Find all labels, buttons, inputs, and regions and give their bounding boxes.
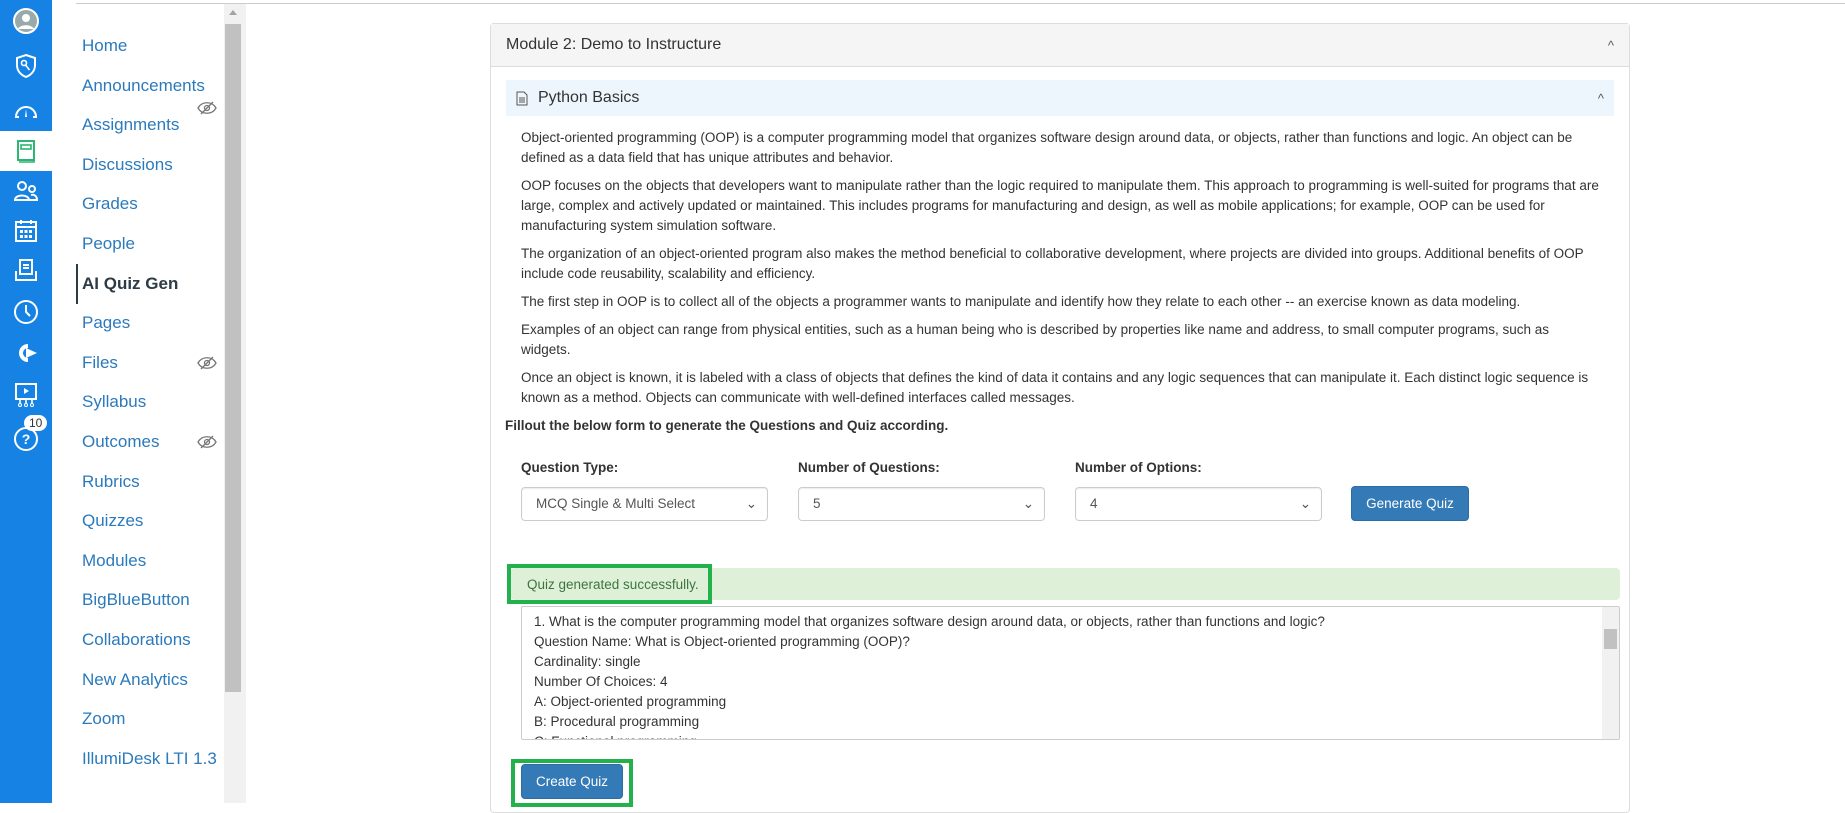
global-nav-avatar[interactable] bbox=[0, 1, 52, 41]
course-nav-home[interactable]: Home bbox=[82, 36, 222, 56]
module-panel: Module 2: Demo to Instructure ^ Python B… bbox=[490, 23, 1630, 813]
header-divider bbox=[76, 3, 1845, 4]
course-nav-new-analytics[interactable]: New Analytics bbox=[82, 670, 222, 690]
studio-icon bbox=[15, 383, 37, 407]
chevron-down-icon: ⌄ bbox=[1299, 496, 1311, 511]
content-paragraph: Object-oriented programming (OOP) is a c… bbox=[521, 130, 1573, 165]
selected-value: 4 bbox=[1090, 496, 1098, 511]
module-header[interactable]: Module 2: Demo to Instructure ^ bbox=[491, 24, 1629, 67]
course-nav-collaborations[interactable]: Collaborations bbox=[82, 630, 222, 650]
quiz-output-textarea[interactable]: 1. What is the computer programming mode… bbox=[521, 606, 1620, 740]
admin-shield-icon bbox=[16, 53, 36, 79]
hidden-eye-icon bbox=[197, 101, 217, 115]
output-line: B: Procedural programming bbox=[534, 714, 700, 729]
global-nav-groups[interactable] bbox=[0, 171, 52, 211]
global-nav-dashboard[interactable] bbox=[0, 91, 52, 131]
selected-value: 5 bbox=[813, 496, 821, 511]
global-nav-inbox[interactable] bbox=[0, 251, 52, 291]
course-nav-pages[interactable]: Pages bbox=[82, 313, 222, 333]
global-nav-courses-book[interactable] bbox=[0, 131, 52, 171]
output-line: Question Name: What is Object-oriented p… bbox=[534, 634, 910, 649]
selected-value: MCQ Single & Multi Select bbox=[536, 496, 696, 511]
course-nav-quizzes[interactable]: Quizzes bbox=[82, 511, 222, 531]
create-quiz-button[interactable]: Create Quiz bbox=[521, 764, 623, 799]
inbox-icon bbox=[15, 259, 37, 281]
global-nav-admin-shield[interactable] bbox=[0, 46, 52, 86]
gutter bbox=[242, 4, 246, 803]
groups-icon bbox=[13, 181, 39, 201]
global-nav-studio[interactable] bbox=[0, 375, 52, 415]
generate-quiz-button[interactable]: Generate Quiz bbox=[1351, 486, 1469, 521]
page-content: Object-oriented programming (OOP) is a c… bbox=[491, 116, 1629, 521]
course-nav-scrollbar[interactable] bbox=[224, 4, 242, 803]
module-item-header[interactable]: Python Basics ^ bbox=[506, 80, 1614, 116]
module-title: Module 2: Demo to Instructure bbox=[506, 36, 722, 53]
num-options-select[interactable]: 4 ⌄ bbox=[1075, 487, 1322, 521]
quiz-form: Question Type: MCQ Single & Multi Select… bbox=[521, 458, 1599, 521]
course-nav-assignments[interactable]: Assignments bbox=[82, 115, 222, 135]
collapse-caret-icon[interactable]: ^ bbox=[1598, 91, 1604, 106]
current-indicator bbox=[76, 263, 78, 304]
course-nav-announcements[interactable]: Announcements bbox=[82, 76, 222, 96]
scrollbar-thumb[interactable] bbox=[1604, 629, 1617, 649]
content-paragraph: OOP focuses on the objects that develope… bbox=[521, 178, 1599, 233]
chevron-down-icon: ⌄ bbox=[745, 496, 757, 511]
avatar-icon bbox=[13, 8, 39, 34]
content-paragraph: The first step in OOP is to collect all … bbox=[521, 294, 1521, 309]
course-nav-discussions[interactable]: Discussions bbox=[82, 155, 222, 175]
global-nav-history-clock[interactable] bbox=[0, 292, 52, 332]
notification-badge: 10 bbox=[24, 415, 48, 431]
course-nav-syllabus[interactable]: Syllabus bbox=[82, 392, 222, 412]
course-nav-zoom[interactable]: Zoom bbox=[82, 709, 222, 729]
course-nav-illumidesk-lti-1-3[interactable]: IllumiDesk LTI 1.3 bbox=[82, 749, 222, 769]
hidden-eye-icon bbox=[197, 356, 217, 370]
question-type-label: Question Type: bbox=[521, 460, 619, 475]
document-icon bbox=[516, 91, 528, 105]
course-nav-people[interactable]: People bbox=[82, 234, 222, 254]
course-nav-ai-quiz-gen[interactable]: AI Quiz Gen bbox=[82, 274, 222, 294]
highlight-box bbox=[507, 564, 712, 604]
course-nav-rubrics[interactable]: Rubrics bbox=[82, 472, 222, 492]
course-nav-bigbluebutton[interactable]: BigBlueButton bbox=[82, 590, 222, 610]
global-nav-help[interactable]: ? 10 bbox=[0, 415, 52, 459]
content-paragraph: The organization of an object-oriented p… bbox=[521, 246, 1584, 281]
course-nav-grades[interactable]: Grades bbox=[82, 194, 222, 214]
calendar-icon bbox=[15, 220, 37, 242]
num-questions-select[interactable]: 5 ⌄ bbox=[798, 487, 1045, 521]
content-paragraph: Examples of an object can range from phy… bbox=[521, 322, 1550, 357]
output-line: C: Functional programming bbox=[534, 732, 1607, 739]
content-paragraph: Once an object is known, it is labeled w… bbox=[521, 370, 1589, 405]
form-instructions: Fillout the below form to generate the Q… bbox=[505, 418, 949, 433]
svg-text:?: ? bbox=[22, 431, 31, 447]
chevron-down-icon: ⌄ bbox=[1022, 496, 1034, 511]
question-type-select[interactable]: MCQ Single & Multi Select ⌄ bbox=[521, 487, 768, 521]
scrollbar-thumb[interactable] bbox=[225, 24, 241, 692]
output-line: A: Object-oriented programming bbox=[534, 694, 727, 709]
output-line: 1. What is the computer programming mode… bbox=[534, 614, 1325, 629]
global-nav-calendar[interactable] bbox=[0, 211, 52, 251]
history-clock-icon bbox=[14, 300, 38, 324]
dashboard-icon bbox=[15, 106, 37, 118]
output-line: Number Of Choices: 4 bbox=[534, 674, 668, 689]
module-item-title: Python Basics bbox=[538, 89, 640, 106]
output-line: Cardinality: single bbox=[534, 654, 641, 669]
commons-arrow-icon bbox=[19, 344, 37, 362]
collapse-caret-icon[interactable]: ^ bbox=[1608, 38, 1614, 53]
course-navigation: Home Announcements Assignments Discussions G… bbox=[52, 4, 224, 803]
global-navigation: ? 10 bbox=[0, 0, 52, 803]
courses-book-icon bbox=[17, 140, 35, 163]
num-options-label: Number of Options: bbox=[1075, 460, 1202, 475]
scroll-up-arrow-icon[interactable] bbox=[229, 10, 237, 15]
hidden-eye-icon bbox=[197, 435, 217, 449]
global-nav-commons-arrow[interactable] bbox=[0, 333, 52, 373]
num-questions-label: Number of Questions: bbox=[798, 460, 940, 475]
textarea-scrollbar[interactable] bbox=[1602, 607, 1619, 739]
course-nav-modules[interactable]: Modules bbox=[82, 551, 222, 571]
